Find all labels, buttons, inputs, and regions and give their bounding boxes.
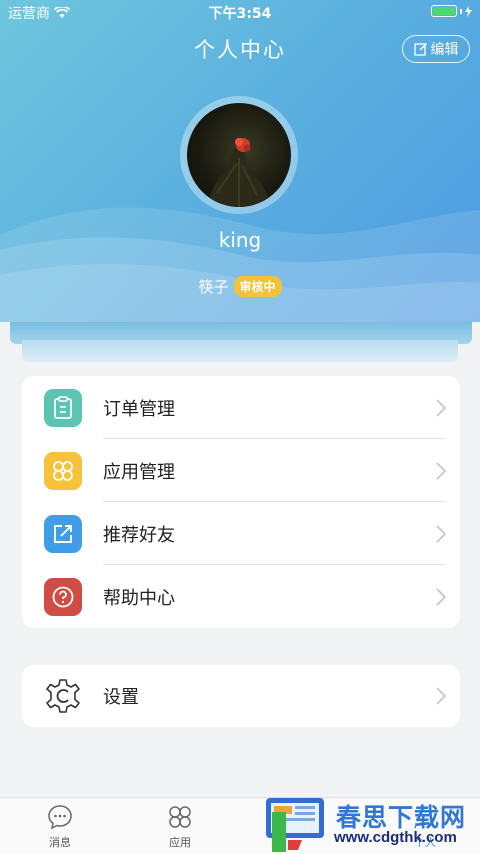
menu-card: 订单管理 应用管理 推荐好友 帮助中心 [22,376,460,628]
profile-header: 运营商 下午3:54 个人中心 编辑 king 筷子 审核中 [0,0,480,322]
header-waves [0,207,480,322]
tab-label: 消息 [49,836,71,849]
status-bar: 运营商 下午3:54 [0,0,480,24]
help-icon [52,586,74,607]
menu-item-recommend-friends[interactable]: 推荐好友 [22,502,460,565]
header-shadow-layer-2 [22,340,458,362]
status-badge: 审核中 [233,276,282,297]
avatar[interactable] [180,96,298,214]
edit-icon [413,42,427,56]
menu-icon-box [44,577,82,616]
chat-bubble-icon [48,805,72,830]
chevron-right-icon [436,587,446,606]
edit-button[interactable]: 编辑 [402,35,470,63]
battery-icon [431,5,472,17]
menu-item-label: 推荐好友 [103,524,175,546]
watermark-url: www.cdgthk.com [334,829,457,846]
watermark-logo-icon [266,798,324,852]
menu-item-help-center[interactable]: 帮助中心 [22,565,460,628]
avatar-image [187,103,291,207]
menu-icon-box [44,514,82,553]
apps-grid-icon [169,806,191,828]
gear-icon [46,679,80,713]
chevron-right-icon [436,461,446,480]
menu-item-orders[interactable]: 订单管理 [22,376,460,439]
role-label: 筷子 [198,278,229,296]
chevron-right-icon [436,398,446,417]
clipboard-icon [54,395,72,419]
status-time: 下午3:54 [208,6,272,22]
chevron-right-icon [436,524,446,543]
menu-item-apps[interactable]: 应用管理 [22,439,460,502]
watermark: 春思下载网 www.cdgthk.com [262,790,480,854]
menu-item-label: 帮助中心 [103,587,175,609]
role-row: 筷子 审核中 [0,276,480,297]
menu-item-label: 应用管理 [103,461,175,483]
menu-icon-box [44,677,82,715]
menu-icon-box [44,388,82,427]
chevron-right-icon [436,687,446,705]
username: king [218,228,262,252]
tab-messages[interactable]: 消息 [30,804,90,850]
edit-button-label: 编辑 [430,42,459,58]
menu-item-label: 设置 [103,687,139,708]
tab-apps[interactable]: 应用 [150,804,210,850]
tab-label: 应用 [169,836,191,849]
share-icon [54,524,72,543]
apps-grid-icon [53,460,73,481]
charging-icon [465,5,472,17]
menu-icon-box [44,451,82,490]
settings-card: 设置 [22,665,460,727]
menu-item-settings[interactable]: 设置 [22,665,460,727]
menu-item-label: 订单管理 [103,398,175,420]
